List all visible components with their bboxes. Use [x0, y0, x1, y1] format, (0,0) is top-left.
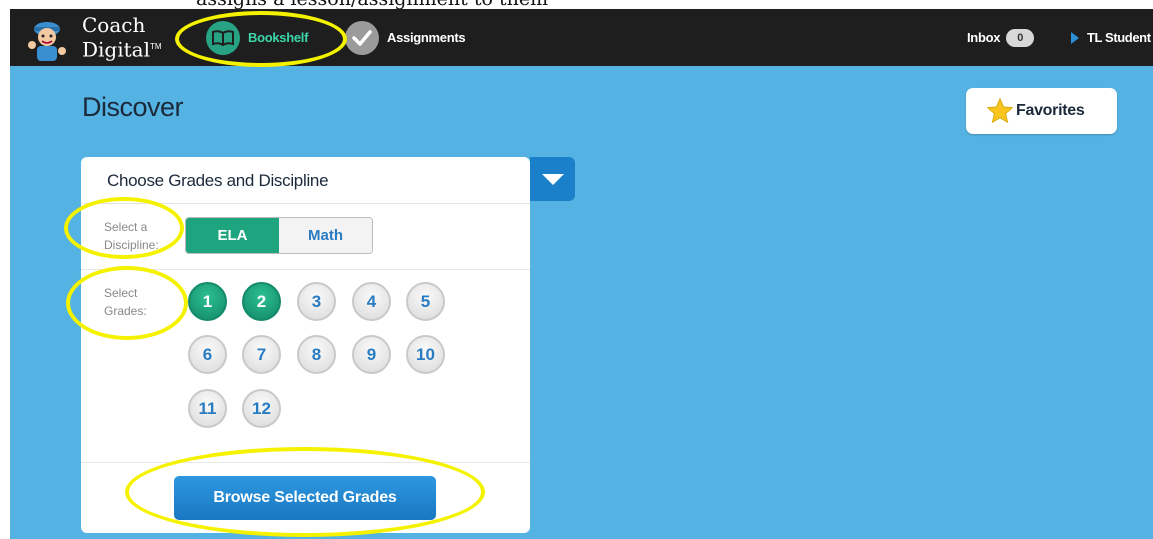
logo-text: Coach DigitalTM — [82, 14, 162, 61]
grade-button-1[interactable]: 1 — [188, 282, 227, 321]
user-menu[interactable]: TL Student — [1071, 9, 1151, 66]
grade-button-2[interactable]: 2 — [242, 282, 281, 321]
discipline-math-button[interactable]: Math — [279, 218, 372, 253]
inbox-link[interactable]: Inbox 0 — [967, 9, 1035, 66]
panel-dropdown-toggle[interactable] — [530, 157, 575, 201]
grade-button-12[interactable]: 12 — [242, 389, 281, 428]
grade-button-4[interactable]: 4 — [352, 282, 391, 321]
user-name: TL Student — [1087, 30, 1151, 45]
nav-bookshelf[interactable]: Bookshelf — [206, 9, 308, 66]
main-content: Discover Favorites Choose Grades and Dis… — [10, 66, 1153, 539]
grade-button-5[interactable]: 5 — [406, 282, 445, 321]
discipline-label-line1: Select a — [104, 220, 148, 234]
favorites-button[interactable]: Favorites — [966, 88, 1117, 134]
grade-button-3[interactable]: 3 — [297, 282, 336, 321]
divider — [81, 269, 530, 270]
grade-button-9[interactable]: 9 — [352, 335, 391, 374]
caret-right-icon — [1071, 31, 1079, 44]
checkmark-icon — [345, 20, 379, 55]
inbox-label: Inbox — [967, 30, 1001, 45]
grade-button-8[interactable]: 8 — [297, 335, 336, 374]
browse-selected-grades-button[interactable]: Browse Selected Grades — [174, 476, 436, 520]
panel-header: Choose Grades and Discipline — [81, 157, 530, 204]
coach-digital-logo[interactable]: Coach DigitalTM — [25, 11, 175, 65]
discipline-toggle: ELA Math — [185, 217, 373, 254]
mascot-icon — [28, 22, 66, 61]
discipline-label-line2: Discipline: — [104, 238, 159, 252]
grades-label: Select Grades: — [104, 284, 164, 320]
favorites-label: Favorites — [1016, 102, 1085, 119]
grade-button-6[interactable]: 6 — [188, 335, 227, 374]
divider — [81, 462, 530, 463]
panel-title: Choose Grades and Discipline — [107, 171, 329, 190]
chevron-down-icon — [541, 173, 564, 185]
logo-line1: Coach — [82, 13, 146, 37]
logo-line2: Digital — [82, 37, 150, 62]
discipline-ela-button[interactable]: ELA — [186, 218, 279, 253]
grade-button-10[interactable]: 10 — [406, 335, 445, 374]
grades-label-line1: Select — [104, 286, 138, 300]
page-title: Discover — [82, 92, 184, 122]
top-navigation-bar: Coach DigitalTM Bookshelf Assignments In… — [10, 9, 1153, 66]
discipline-label: Select a Discipline: — [104, 218, 164, 254]
grade-button-11[interactable]: 11 — [188, 389, 227, 428]
nav-bookshelf-label: Bookshelf — [248, 30, 309, 45]
grades-label-line2: Grades: — [104, 304, 147, 318]
book-icon — [206, 20, 240, 55]
inbox-count-badge: 0 — [1006, 28, 1035, 47]
star-icon — [986, 97, 1014, 124]
grade-button-7[interactable]: 7 — [242, 335, 281, 374]
nav-assignments-label: Assignments — [387, 30, 466, 45]
grade-discipline-panel: Choose Grades and Discipline Select a Di… — [81, 157, 575, 533]
nav-assignments[interactable]: Assignments — [345, 9, 466, 66]
trademark-mark: TM — [150, 42, 162, 51]
